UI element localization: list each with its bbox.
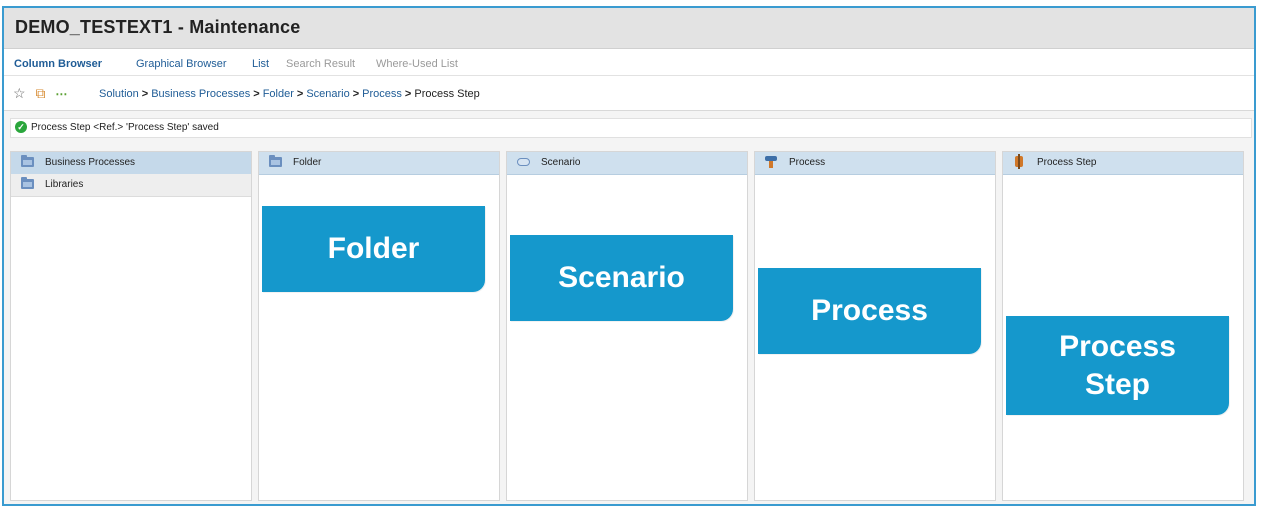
callout-process-step: Process Step <box>1006 316 1229 415</box>
folder-icon <box>21 155 34 167</box>
breadcrumb-process[interactable]: Process <box>362 88 402 100</box>
breadcrumb-solution[interactable]: Solution <box>99 88 139 100</box>
callout-label: Process <box>811 294 928 327</box>
callout-label: Folder <box>327 232 420 265</box>
process-step-icon <box>1013 154 1023 169</box>
column-header-folder[interactable]: Folder <box>259 152 499 175</box>
page-title: DEMO_TESTEXT1 - Maintenance <box>15 17 301 37</box>
column-header-label: Business Processes <box>45 157 136 168</box>
breadcrumb: Solution > Business Processes > Folder > Scena… <box>99 88 480 100</box>
breadcrumb-business-processes[interactable]: Business Processes <box>151 88 250 100</box>
tab-graphical-browser[interactable]: Graphical Browser <box>136 58 226 70</box>
tab-column-browser[interactable]: Column Browser <box>14 58 102 70</box>
more-dots-icon[interactable]: ⋯ <box>55 87 67 101</box>
breadcrumb-separator: > <box>141 88 149 100</box>
title-bar: DEMO_TESTEXT1 - Maintenance <box>4 8 1254 49</box>
column-header-business-processes[interactable]: Business Processes <box>11 152 251 175</box>
column-header-label: Scenario <box>541 157 581 168</box>
copy-icon[interactable]: ⧉ <box>35 85 45 101</box>
view-tabs: Column Browser Graphical Browser List Se… <box>4 49 1254 76</box>
breadcrumb-separator: > <box>253 88 260 100</box>
callout-label-line2: Step <box>1084 368 1150 401</box>
breadcrumb-folder[interactable]: Folder <box>263 88 294 100</box>
column-header-scenario[interactable]: Scenario <box>507 152 747 175</box>
app-window: DEMO_TESTEXT1 - Maintenance Column Brows… <box>2 6 1256 506</box>
toolbar: ☆ ⧉ ⋯ <box>13 85 73 102</box>
breadcrumb-separator: > <box>404 88 412 100</box>
column-header-label: Folder <box>293 157 322 168</box>
tab-where-used-list: Where-Used List <box>376 58 458 70</box>
column-header-label: Process <box>789 157 826 168</box>
list-item-label: Libraries <box>45 179 84 190</box>
breadcrumb-separator: > <box>352 88 360 100</box>
breadcrumb-scenario[interactable]: Scenario <box>306 88 349 100</box>
column-header-process[interactable]: Process <box>755 152 995 175</box>
column-header-process-step[interactable]: Process Step <box>1003 152 1243 175</box>
folder-icon <box>21 177 34 189</box>
status-message-text: Process Step <Ref.> 'Process Step' saved <box>31 122 219 133</box>
scenario-icon <box>517 157 530 166</box>
success-check-icon: ✓ <box>15 121 27 133</box>
folder-icon <box>269 155 282 167</box>
favorites-star-icon[interactable]: ☆ <box>13 85 26 101</box>
callout-label: Scenario <box>558 261 685 294</box>
callout-scenario: Scenario <box>510 235 733 321</box>
callout-label-line1: Process <box>1059 330 1176 363</box>
column-folder: Folder Folder <box>258 151 500 501</box>
column-scenario: Scenario Scenario <box>506 151 748 501</box>
callout-process: Process <box>758 268 981 354</box>
breadcrumb-separator: > <box>296 88 304 100</box>
column-business-processes: Business Processes Libraries <box>10 151 252 501</box>
breadcrumb-current: Process Step <box>414 88 480 100</box>
list-item-libraries[interactable]: Libraries <box>11 174 251 197</box>
column-process-step: Process Step Process Step <box>1002 151 1244 501</box>
column-header-label: Process Step <box>1037 157 1097 168</box>
tab-list[interactable]: List <box>252 58 269 70</box>
tab-search-result: Search Result <box>286 58 356 70</box>
status-message: ✓ Process Step <Ref.> 'Process Step' sav… <box>10 118 1252 138</box>
navigation-bar: ☆ ⧉ ⋯ Solution > Business Processes > Folder… <box>4 76 1254 111</box>
column-process: Process Process <box>754 151 996 501</box>
callout-folder: Folder <box>262 206 485 292</box>
process-icon <box>765 156 777 168</box>
